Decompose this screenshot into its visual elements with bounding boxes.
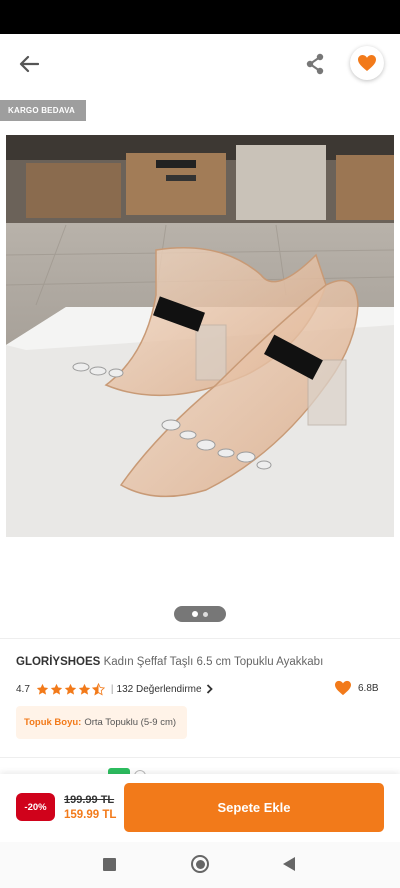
product-name: Kadın Şeffaf Taşlı 6.5 cm Topuklu Ayakka… [103, 656, 324, 668]
pager-dot[interactable] [203, 611, 208, 617]
divider [0, 638, 400, 639]
pager-dot-active[interactable] [192, 611, 198, 617]
discount-badge: -20% [16, 793, 55, 821]
purchase-bar: -20% 199.99 TL 159.99 TL Sepete Ekle [0, 774, 400, 842]
star-icon [50, 683, 63, 695]
reviews-count: 132 Değerlendirme [116, 683, 202, 695]
add-to-cart-button[interactable]: Sepete Ekle [124, 783, 384, 832]
reviews-link[interactable]: 132 Değerlendirme [117, 684, 213, 695]
star-icon [78, 683, 91, 695]
favorite-button[interactable] [350, 46, 384, 80]
top-app-bar [0, 34, 400, 94]
favorite-count: 6.8B [334, 680, 379, 696]
share-icon [306, 53, 324, 75]
brand-name[interactable]: GLORİYSHOES [16, 656, 100, 668]
rating-row: 4.7 | 132 Değerlendirme [16, 680, 386, 698]
chevron-right-icon [206, 684, 213, 694]
product-image[interactable] [6, 135, 394, 537]
share-button[interactable] [300, 50, 330, 78]
separator: | [110, 683, 114, 695]
product-photo-shoes [6, 135, 394, 537]
status-bar [0, 0, 400, 34]
new-price: 159.99 TL [64, 809, 117, 821]
rating-value: 4.7 [16, 683, 30, 695]
free-shipping-badge: KARGO BEDAVA [0, 100, 86, 121]
favorite-count-value: 6.8B [358, 682, 379, 694]
heel-height-attribute: Topuk Boyu: Orta Topuklu (5-9 cm) [16, 706, 187, 739]
back-triangle-icon[interactable] [283, 857, 295, 871]
image-pager[interactable] [174, 606, 226, 622]
system-navigation-bar [0, 842, 400, 888]
recent-apps-icon[interactable] [103, 858, 116, 871]
attribute-key: Topuk Boyu: [24, 717, 82, 728]
star-icon [36, 683, 49, 695]
divider [0, 757, 400, 758]
rating-stars [36, 682, 105, 696]
star-half-icon [91, 682, 105, 695]
product-title: GLORİYSHOES Kadın Şeffaf Taşlı 6.5 cm To… [16, 656, 386, 668]
arrow-left-icon [19, 55, 39, 73]
heart-icon [358, 55, 376, 71]
heart-icon [335, 680, 351, 696]
home-icon[interactable] [191, 855, 209, 873]
back-button[interactable] [14, 50, 44, 78]
old-price: 199.99 TL [64, 794, 115, 806]
attribute-value: Orta Topuklu (5-9 cm) [84, 717, 177, 728]
star-icon [64, 683, 77, 695]
